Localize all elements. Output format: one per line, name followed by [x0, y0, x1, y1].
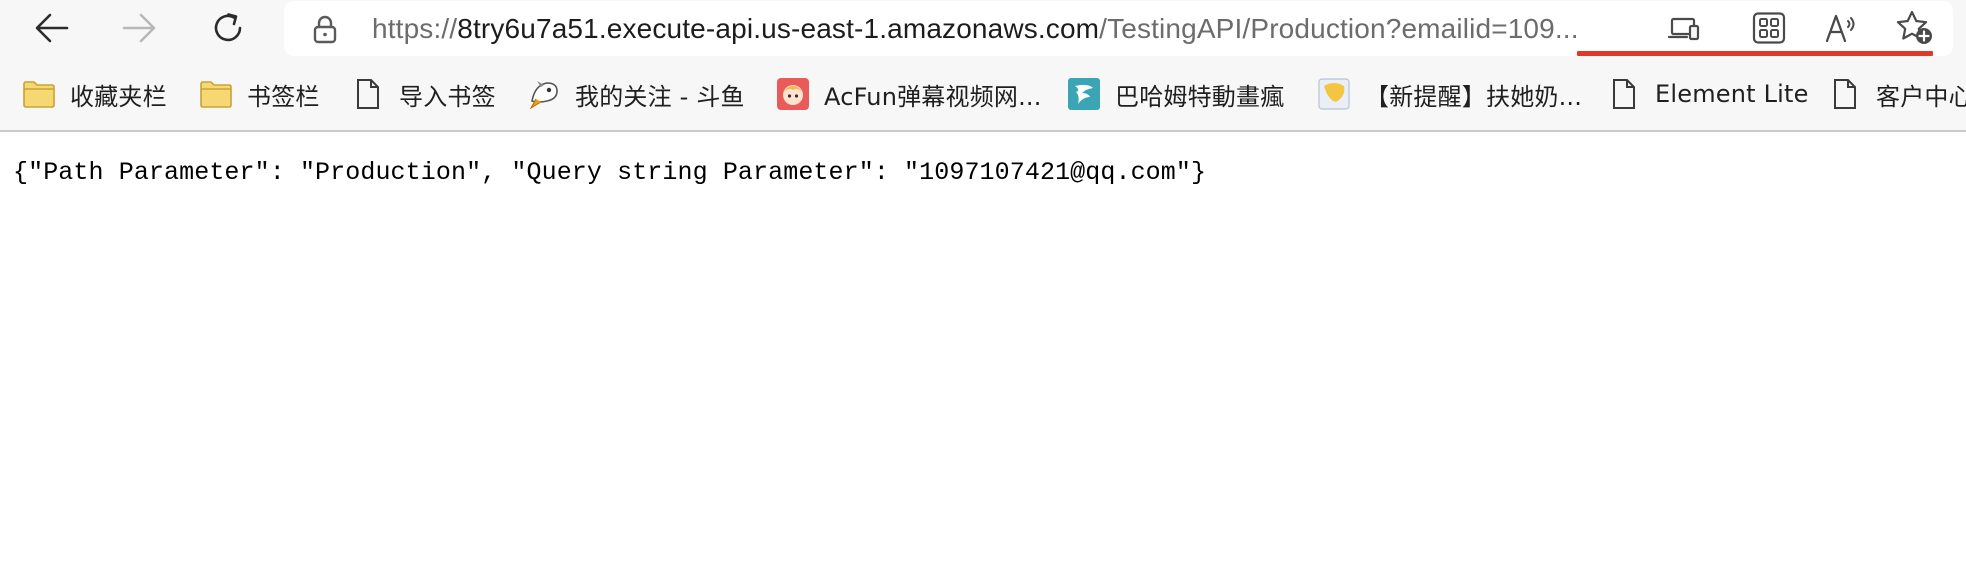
page-icon — [351, 77, 385, 111]
device-button[interactable] — [1663, 8, 1705, 48]
bookmark-customer-center[interactable]: 客户中心 — [1828, 72, 1966, 116]
bookmark-acfun[interactable]: AcFun弹幕视频网... — [776, 72, 1042, 116]
bookmark-label: 书签栏 — [247, 82, 320, 111]
site-icon — [1317, 77, 1351, 111]
lock-icon[interactable] — [311, 14, 339, 44]
bookmarks-bar: 收藏夹栏 书签栏 导入书签 我的关注 - 斗鱼 AcFun弹幕视频网... 巴哈… — [0, 72, 1966, 116]
forward-button[interactable] — [115, 6, 163, 50]
douyu-icon — [527, 77, 561, 111]
bookmark-label: 【新提醒】扶她奶... — [1365, 82, 1583, 111]
bookmark-label: 我的关注 - 斗鱼 — [575, 82, 745, 111]
url-scheme: https:// — [372, 13, 458, 44]
add-favorite-icon — [1896, 10, 1932, 44]
json-response-text: {"Path Parameter": "Production", "Query … — [13, 158, 1207, 187]
bookmark-label: 客户中心 — [1876, 82, 1966, 111]
folder-icon — [199, 77, 233, 111]
bahamut-icon — [1067, 77, 1101, 111]
back-button[interactable] — [28, 6, 76, 50]
bookmark-label: 导入书签 — [399, 82, 496, 111]
apps-button[interactable] — [1748, 8, 1790, 48]
bookmark-label: AcFun弹幕视频网... — [824, 82, 1042, 111]
read-aloud-icon — [1825, 14, 1855, 43]
page-icon — [1828, 77, 1862, 111]
back-arrow-icon — [35, 13, 69, 43]
bookmark-element-lite[interactable]: Element Lite — [1607, 72, 1809, 116]
url-highlight-underline — [1577, 51, 1933, 56]
reload-icon — [214, 13, 242, 42]
url-text[interactable]: https://8try6u7a51.execute-api.us-east-1… — [372, 12, 1579, 46]
forward-arrow-icon — [122, 13, 156, 43]
folder-icon — [22, 77, 56, 111]
bookmark-label: Element Lite — [1655, 80, 1809, 108]
url-host: 8try6u7a51.execute-api.us-east-1.amazona… — [457, 13, 1100, 44]
bookmark-folder-favorites[interactable]: 收藏夹栏 — [22, 72, 167, 116]
reload-button[interactable] — [204, 6, 252, 50]
apps-grid-icon — [1752, 12, 1786, 44]
read-aloud-button[interactable] — [1821, 8, 1863, 48]
bookmark-bahamut[interactable]: 巴哈姆特動畫瘋 — [1067, 72, 1284, 116]
bookmark-folder-bookmarks[interactable]: 书签栏 — [199, 72, 320, 116]
bookmark-import[interactable]: 导入书签 — [351, 72, 496, 116]
page-icon — [1607, 77, 1641, 111]
bookmark-douyu[interactable]: 我的关注 - 斗鱼 — [527, 72, 745, 116]
url-path: /TestingAPI/Production?emailid=109... — [1099, 13, 1579, 44]
bookmark-label: 巴哈姆特動畫瘋 — [1115, 82, 1285, 111]
add-favorite-button[interactable] — [1894, 8, 1936, 48]
browser-chrome: https://8try6u7a51.execute-api.us-east-1… — [0, 0, 1966, 132]
acfun-icon — [776, 77, 810, 111]
bookmark-reminder[interactable]: 【新提醒】扶她奶... — [1317, 72, 1582, 116]
bookmark-label: 收藏夹栏 — [70, 82, 167, 111]
device-icon — [1667, 17, 1700, 41]
